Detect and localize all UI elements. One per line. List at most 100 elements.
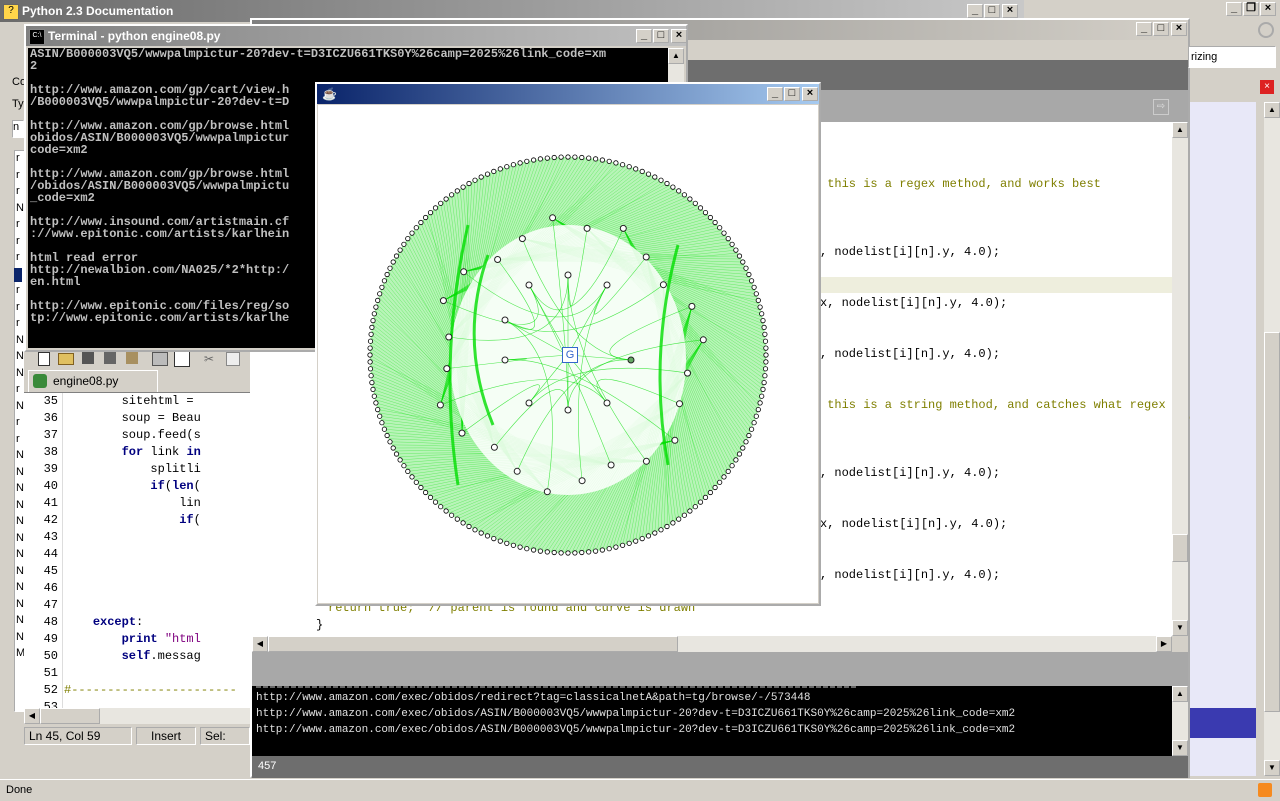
java-vscroll-thumb[interactable]: [1172, 534, 1188, 562]
left-selected-item[interactable]: [14, 268, 22, 282]
left-list-item[interactable]: r: [16, 415, 20, 429]
left-list-item[interactable]: N: [16, 580, 24, 594]
left-list-item[interactable]: N: [16, 399, 24, 413]
java-hscroll-thumb[interactable]: [268, 636, 678, 652]
find-icon[interactable]: [174, 351, 190, 367]
left-list-item[interactable]: N: [16, 448, 24, 462]
left-list-item[interactable]: r: [16, 316, 20, 330]
code-text: if(len(: [64, 478, 201, 495]
bg-search-field[interactable]: rizing: [1188, 46, 1276, 68]
java-scroll-down-button[interactable]: ▼: [1172, 620, 1188, 636]
left-list-item[interactable]: N: [16, 481, 24, 495]
left-list-item[interactable]: N: [16, 333, 24, 347]
terminal-minimize-button[interactable]: _: [636, 29, 652, 43]
graph-maximize-button[interactable]: □: [784, 87, 800, 101]
graph-outer-node: [367, 345, 373, 351]
left-list-item[interactable]: N: [16, 498, 24, 512]
java-scroll-left-button[interactable]: ◀: [252, 636, 268, 652]
bg-close-button[interactable]: ×: [1260, 2, 1276, 16]
terminal-close-button[interactable]: ×: [671, 29, 687, 43]
left-list-item[interactable]: N: [16, 531, 24, 545]
print-icon[interactable]: [152, 352, 168, 366]
left-list-item[interactable]: N: [16, 514, 24, 528]
graph-canvas[interactable]: G: [318, 105, 818, 603]
java-hscrollbar[interactable]: ◀ ▶: [252, 636, 1172, 652]
left-list-item[interactable]: r: [16, 234, 20, 248]
open-folder-icon[interactable]: [58, 353, 74, 365]
graph-close-button[interactable]: ×: [802, 87, 818, 101]
graph-node: [583, 224, 591, 232]
left-list-item[interactable]: N: [16, 547, 24, 561]
left-list-item[interactable]: N: [16, 349, 24, 363]
graph-outer-node: [438, 200, 444, 206]
editor-hscrollbar[interactable]: ◀: [24, 708, 250, 724]
java-maximize-button[interactable]: □: [1153, 22, 1169, 36]
tab-engine08[interactable]: engine08.py: [28, 370, 158, 392]
bg-right-thumb[interactable]: [1264, 332, 1280, 712]
left-list-item[interactable]: N: [16, 201, 24, 215]
output-scroll-down-button[interactable]: ▼: [1172, 740, 1188, 756]
graph-outer-node: [572, 550, 578, 556]
java-panel-nav-icon[interactable]: ⇨: [1153, 99, 1169, 115]
package-icon[interactable]: [126, 352, 138, 364]
java-minimize-button[interactable]: _: [1136, 22, 1152, 36]
copy-icon[interactable]: [226, 352, 240, 366]
graph-outer-node: [454, 188, 460, 194]
bg-minimize-button[interactable]: _: [1226, 2, 1242, 16]
terminal-maximize-button[interactable]: □: [653, 29, 669, 43]
code-token: (: [193, 479, 201, 493]
graph-outer-node: [733, 247, 739, 253]
left-list-item[interactable]: r: [16, 250, 20, 264]
left-list-item[interactable]: N: [16, 564, 24, 578]
left-list-item[interactable]: r: [16, 168, 20, 182]
graph-minimize-button[interactable]: _: [767, 87, 783, 101]
left-list-item[interactable]: r: [16, 432, 20, 446]
left-list-item[interactable]: N: [16, 630, 24, 644]
left-list-item[interactable]: r: [16, 217, 20, 231]
left-list-item[interactable]: r: [16, 300, 20, 314]
docs-close-button[interactable]: ×: [1002, 4, 1018, 18]
bg-toolbar-gear-icon[interactable]: [1258, 22, 1274, 38]
left-list-item[interactable]: N: [16, 366, 24, 380]
java-close-button[interactable]: ×: [1171, 22, 1187, 36]
docs-minimize-button[interactable]: _: [967, 4, 983, 18]
docs-maximize-button[interactable]: □: [984, 4, 1000, 18]
bg-close-pane-icon[interactable]: ×: [1260, 80, 1274, 94]
output-vscrollbar[interactable]: ▲ ▼: [1172, 686, 1188, 756]
left-list-item[interactable]: r: [16, 184, 20, 198]
output-console[interactable]: http://www.amazon.com/exec/obidos/redire…: [252, 686, 1172, 756]
code-text: except:: [64, 614, 143, 631]
left-list-item[interactable]: r: [16, 382, 20, 396]
graph-outer-node: [409, 230, 415, 236]
java-scroll-right-button[interactable]: ▶: [1156, 636, 1172, 652]
bg-right-scroll-down[interactable]: ▼: [1264, 760, 1280, 776]
left-list-item[interactable]: r: [16, 151, 20, 165]
code-token: self: [121, 649, 151, 663]
java-vscrollbar[interactable]: ▲ ▼: [1172, 122, 1188, 636]
editor-scroll-left-button[interactable]: ◀: [24, 708, 40, 724]
graph-outer-node: [551, 549, 557, 556]
left-list-item[interactable]: r: [16, 283, 20, 297]
graph-outer-node: [413, 225, 419, 231]
save-all-icon[interactable]: [104, 352, 116, 364]
left-list-item[interactable]: N: [16, 613, 24, 627]
new-file-icon[interactable]: [38, 352, 50, 366]
rss-feed-icon[interactable]: [1258, 783, 1272, 797]
cut-icon[interactable]: ✂: [204, 352, 214, 366]
code-text: lin: [64, 495, 201, 512]
java-scroll-up-button[interactable]: ▲: [1172, 122, 1188, 138]
output-scroll-up-button[interactable]: ▲: [1172, 686, 1188, 702]
left-input[interactable]: n: [12, 120, 24, 138]
graph-hub-node: [525, 399, 533, 407]
left-list-item[interactable]: N: [16, 465, 24, 479]
bg-right-vscrollbar[interactable]: ▲ ▼: [1264, 102, 1280, 776]
center-node-label[interactable]: G: [562, 347, 578, 363]
editor-hscroll-thumb[interactable]: [40, 708, 100, 724]
save-icon[interactable]: [82, 352, 94, 364]
terminal-scroll-up-button[interactable]: ▲: [668, 48, 684, 64]
editor-code-area[interactable]: 35 sitehtml = 36 soup = Beau 37 soup.feed…: [24, 393, 250, 708]
bg-right-scroll-up[interactable]: ▲: [1264, 102, 1280, 118]
browser-status-text: Done: [6, 784, 33, 796]
left-list-item[interactable]: N: [16, 597, 24, 611]
bg-restore-button[interactable]: ❐: [1243, 2, 1259, 16]
